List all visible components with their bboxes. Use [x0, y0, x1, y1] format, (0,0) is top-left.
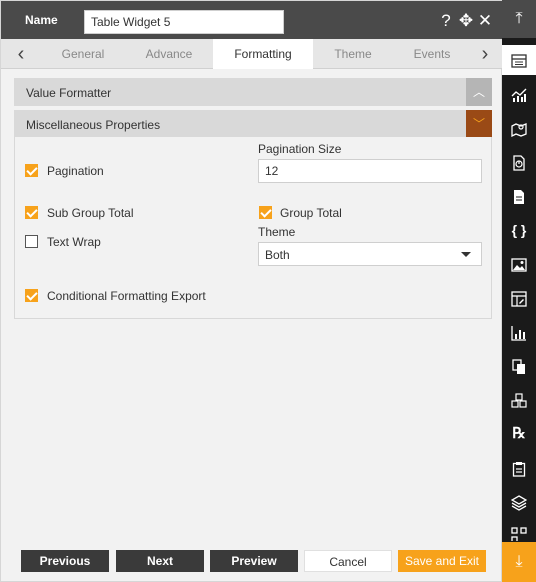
help-icon[interactable]: ?: [437, 10, 455, 32]
conditional-formatting-export-label: Conditional Formatting Export: [47, 289, 206, 303]
next-button[interactable]: Next: [116, 550, 204, 572]
conditional-formatting-export-checkbox[interactable]: [25, 289, 38, 302]
pagination-size-label: Pagination Size: [258, 142, 342, 156]
map-icon[interactable]: [502, 113, 536, 143]
code-braces-icon[interactable]: { }: [502, 215, 536, 245]
layers-icon[interactable]: [502, 487, 536, 517]
clipboard-icon[interactable]: [502, 453, 536, 483]
sub-group-total-checkbox[interactable]: [25, 206, 38, 219]
copy-icon[interactable]: [502, 351, 536, 381]
tab-events[interactable]: Events: [393, 39, 471, 69]
scroll-top-icon[interactable]: ⤒: [502, 0, 536, 38]
tab-theme[interactable]: Theme: [313, 39, 393, 69]
group-total-checkbox[interactable]: [259, 206, 272, 219]
tab-advance[interactable]: Advance: [127, 39, 211, 69]
table-icon[interactable]: [502, 45, 536, 75]
chevron-down-icon[interactable]: ﹀: [466, 110, 492, 138]
chevron-up-icon[interactable]: ︿: [466, 78, 492, 106]
save-and-exit-button[interactable]: Save and Exit: [398, 550, 486, 572]
form-icon[interactable]: [502, 283, 536, 313]
theme-label: Theme: [258, 225, 296, 239]
group-total-label: Group Total: [280, 206, 342, 220]
cancel-button[interactable]: Cancel: [304, 550, 392, 572]
sub-group-total-label: Sub Group Total: [47, 206, 134, 220]
widget-properties-panel: Name ? ✥ ✕ ‹ General Advance Formatting …: [0, 0, 502, 582]
pagination-checkbox[interactable]: [25, 164, 38, 177]
caret-down-icon: [461, 252, 471, 257]
misc-properties-section[interactable]: Miscellaneous Properties ﹀: [14, 110, 492, 138]
cubes-icon[interactable]: [502, 385, 536, 415]
misc-properties-body: Pagination Pagination Size Sub Group Tot…: [14, 137, 492, 319]
widget-name-input[interactable]: [84, 10, 284, 34]
previous-button[interactable]: Previous: [21, 550, 109, 572]
text-wrap-checkbox[interactable]: [25, 235, 38, 248]
tab-general[interactable]: General: [41, 39, 125, 69]
right-icon-bar: ⤒ { } ℞ ⤓: [502, 0, 536, 582]
close-icon[interactable]: ✕: [476, 10, 494, 32]
theme-select[interactable]: Both: [258, 242, 482, 266]
tab-formatting[interactable]: Formatting: [213, 39, 313, 69]
document-icon[interactable]: [502, 181, 536, 211]
value-formatter-section[interactable]: Value Formatter ︿: [14, 78, 492, 106]
rx-icon[interactable]: ℞: [502, 419, 536, 449]
name-label: Name: [25, 13, 58, 27]
chart-icon[interactable]: [502, 79, 536, 109]
grid-icon[interactable]: [502, 521, 536, 541]
tab-prev-arrow-icon[interactable]: ‹: [7, 39, 35, 69]
report-icon[interactable]: [502, 147, 536, 177]
section-title: Miscellaneous Properties: [26, 118, 161, 132]
pagination-label: Pagination: [47, 164, 104, 178]
tab-next-arrow-icon[interactable]: ›: [471, 39, 499, 69]
image-icon[interactable]: [502, 249, 536, 279]
move-icon[interactable]: ✥: [457, 10, 475, 32]
tab-bar: ‹ General Advance Formatting Theme Event…: [1, 39, 502, 69]
text-wrap-label: Text Wrap: [47, 235, 101, 249]
preview-button[interactable]: Preview: [210, 550, 298, 572]
bar-chart-icon[interactable]: [502, 317, 536, 347]
scroll-bottom-icon[interactable]: ⤓: [502, 542, 536, 582]
pagination-size-input[interactable]: [258, 159, 482, 183]
theme-selected-value: Both: [265, 248, 290, 262]
section-title: Value Formatter: [26, 86, 112, 100]
panel-header: Name ? ✥ ✕: [1, 1, 502, 39]
